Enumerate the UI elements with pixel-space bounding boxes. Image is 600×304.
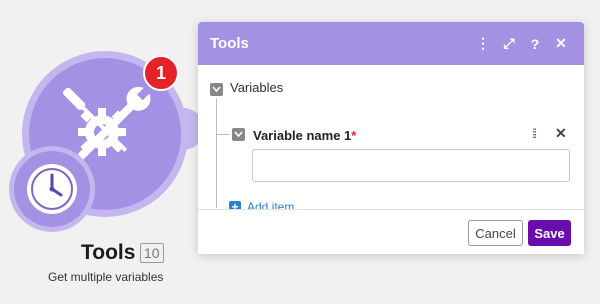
tree-line <box>216 134 230 135</box>
variables-collapse-toggle[interactable] <box>210 83 223 96</box>
variable-name-label: Variable name 1* <box>253 128 357 143</box>
panel-footer: Cancel Save <box>198 209 584 254</box>
chevron-down-icon <box>212 86 221 93</box>
notification-badge: 1 <box>143 55 179 91</box>
save-button[interactable]: Save <box>528 220 571 246</box>
remove-variable-icon[interactable]: ✕ <box>555 125 567 142</box>
variable-name-input[interactable] <box>252 149 570 182</box>
cancel-button[interactable]: Cancel <box>468 220 523 246</box>
variables-section-label: Variables <box>230 80 284 95</box>
panel-content: Variables Variable name 1* ⁞⁞ ✕ + Add it… <box>198 22 584 254</box>
tree-line <box>216 98 217 208</box>
module-subtitle: Get multiple variables <box>48 270 164 284</box>
drag-handle-icon[interactable]: ⁞⁞ <box>532 126 537 141</box>
module-title: Tools <box>81 241 136 264</box>
clock-badge <box>14 151 90 227</box>
variable-collapse-toggle[interactable] <box>232 128 245 141</box>
chevron-down-icon <box>234 131 243 138</box>
clock-icon <box>27 164 77 214</box>
required-asterisk: * <box>351 128 357 143</box>
module-id-badge: 10 <box>140 243 164 263</box>
